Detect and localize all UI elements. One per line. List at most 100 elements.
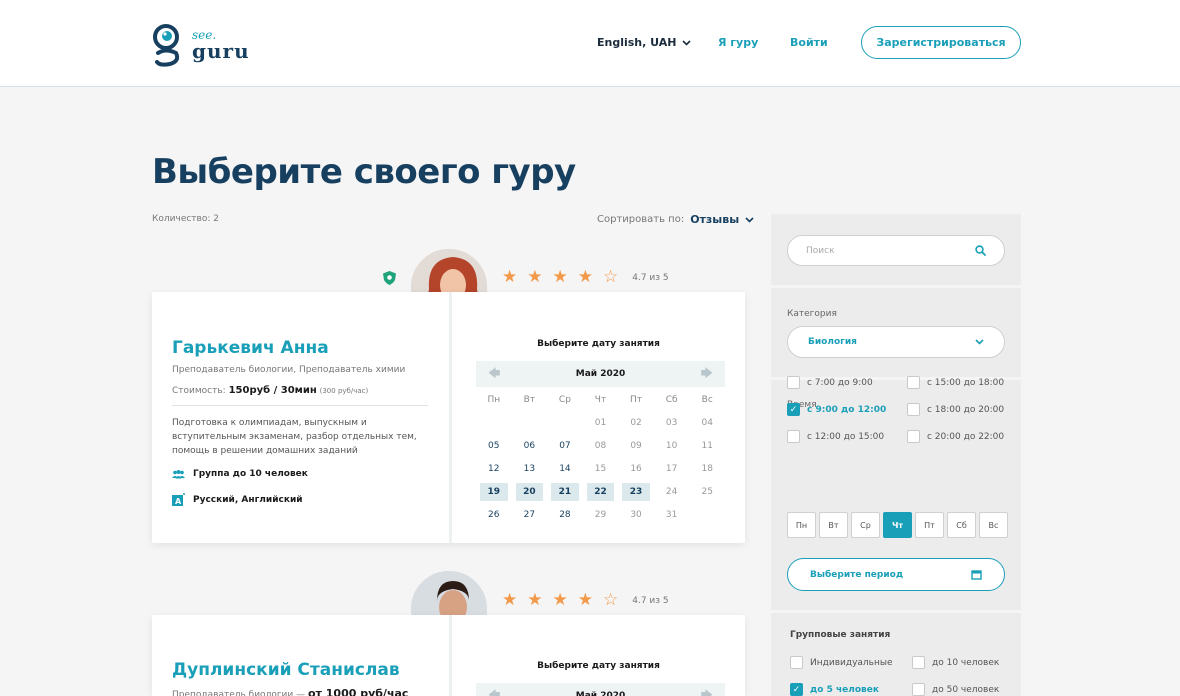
next-month-arrow-icon[interactable]: 🡆 (701, 686, 713, 696)
tutor-role-text: Преподаватель биологии — (172, 690, 306, 696)
group-option[interactable]: до 10 человек (912, 656, 999, 669)
group-option[interactable]: Индивидуальные (790, 656, 893, 669)
time-option[interactable]: с 20:00 до 22:00 (907, 430, 1004, 443)
prev-month-arrow-icon[interactable]: 🡄 (488, 686, 500, 696)
checkbox-icon[interactable] (912, 656, 925, 669)
calendar-day[interactable]: 05 (476, 437, 512, 455)
category-value: Биология (808, 337, 857, 347)
calendar-day[interactable]: 27 (512, 506, 548, 524)
checkbox-icon[interactable] (787, 376, 800, 389)
checkbox-icon[interactable] (912, 683, 925, 696)
tutor-description: Подготовка к олимпиадам, выпускным и вст… (172, 418, 417, 456)
weekday-toggle[interactable]: Сб (947, 512, 976, 538)
group-size: Группа до 10 человек (172, 469, 308, 479)
checkbox-icon[interactable] (907, 403, 920, 416)
weekday-toggle[interactable]: Вс (979, 512, 1008, 538)
calendar-day[interactable]: 21 (551, 483, 579, 501)
prev-month-arrow-icon[interactable]: 🡄 (488, 364, 500, 385)
calendar-day[interactable]: 12 (476, 460, 512, 478)
i-am-guru-link[interactable]: Я гуру (718, 36, 758, 49)
calendar-title: Выберите дату занятия (537, 339, 660, 349)
calendar-day[interactable]: 23 (622, 483, 650, 501)
language-currency-selector[interactable]: English, UAH (597, 36, 692, 49)
calendar-day[interactable]: 07 (547, 437, 583, 455)
calendar-day: 17 (665, 464, 678, 474)
calendar-day: 03 (665, 418, 678, 428)
empty-day (476, 414, 512, 432)
star-icon: ★ (552, 590, 568, 610)
logo-text-bottom: guru (192, 39, 250, 63)
calendar-day[interactable]: 28 (547, 506, 583, 524)
divider (172, 405, 428, 406)
select-period-label: Выберите период (810, 569, 904, 580)
weekday-toggle[interactable]: Чт (883, 512, 912, 538)
calendar-day[interactable]: 26 (476, 506, 512, 524)
calendar-grid: Пн Вт Ср Чт Пт Сб Вс 01 02 03 04 05 06 07 08 09 10 11 12 13… (476, 391, 725, 524)
calendar-day: 16 (630, 464, 642, 474)
calendar-day: 10 (665, 441, 678, 451)
weekday-toggle[interactable]: Пн (787, 512, 816, 538)
checkbox-checked-icon[interactable]: ✓ (787, 403, 800, 416)
time-option-label: с 15:00 до 18:00 (927, 377, 1005, 388)
time-option[interactable]: с 18:00 до 20:00 (907, 403, 1004, 416)
tutor-rating: ★ ★ ★ ★ ☆ 4.7 из 5 (502, 592, 669, 609)
calendar-header: 🡄 Май 2020 🡆 (476, 683, 725, 696)
star-icon: ★ (577, 590, 593, 610)
group-block: Групповые занятия Индивидуальные до 10 че… (771, 613, 1021, 696)
group-option-label: до 50 человек (932, 684, 1000, 695)
checkbox-icon[interactable] (787, 430, 800, 443)
tutor-rating: ★ ★ ★ ★ ☆ 4.7 из 5 (502, 269, 669, 286)
search-input[interactable]: Поиск (787, 235, 1005, 266)
weekday-toggle[interactable]: Пт (915, 512, 944, 538)
group-heading: Групповые занятия (790, 630, 891, 640)
top-header: see. guru English, UAH Я гуру Войти Заре… (0, 0, 1180, 87)
weekday-label: Вс (701, 395, 713, 405)
time-option-label: с 7:00 до 9:00 (807, 377, 873, 388)
checkbox-icon[interactable] (907, 430, 920, 443)
star-icon: ★ (577, 267, 593, 287)
calendar-day[interactable]: 20 (515, 483, 544, 501)
next-month-arrow-icon[interactable]: 🡆 (701, 364, 713, 385)
calendar-day: 04 (701, 418, 713, 428)
login-link[interactable]: Войти (790, 36, 828, 49)
weekday-toggle[interactable]: Ср (851, 512, 880, 538)
time-option[interactable]: с 7:00 до 9:00 (787, 376, 873, 389)
calendar-day[interactable]: 13 (512, 460, 548, 478)
chevron-down-icon (745, 216, 754, 223)
time-option[interactable]: с 15:00 до 18:00 (907, 376, 1004, 389)
weekday-toggle[interactable]: Вт (819, 512, 848, 538)
tutor-role: Преподаватель биологии — от 1000 руб/час (172, 687, 408, 696)
results-count: Количество: 2 (152, 214, 219, 224)
tutor-name[interactable]: Гарькевич Анна (172, 338, 329, 358)
tutor-name[interactable]: Дуплинский Станислав (172, 660, 400, 680)
price-note: (300 руб/час) (319, 387, 369, 395)
checkbox-icon[interactable] (907, 376, 920, 389)
calendar-day[interactable]: 19 (480, 483, 508, 501)
weekday-label: Чт (594, 395, 607, 405)
logo[interactable]: see. guru (152, 22, 250, 68)
calendar-title: Выберите дату занятия (537, 661, 660, 671)
group-option[interactable]: до 50 человек (912, 683, 999, 696)
calendar-day[interactable]: 22 (586, 483, 615, 501)
category-label: Категория (787, 309, 837, 319)
time-option[interactable]: ✓ с 9:00 до 12:00 (787, 403, 886, 416)
calendar-day: 29 (594, 510, 607, 520)
weekday-label: Ср (558, 395, 571, 405)
checkbox-checked-icon[interactable]: ✓ (790, 683, 803, 696)
group-option[interactable]: ✓ до 5 человек (790, 683, 879, 696)
languages: A Русский, Английский (172, 493, 303, 506)
checkbox-icon[interactable] (790, 656, 803, 669)
calendar-day[interactable]: 14 (547, 460, 583, 478)
register-button[interactable]: Зарегистрироваться (861, 26, 1021, 59)
star-outline-icon: ☆ (603, 590, 619, 610)
select-period-button[interactable]: Выберите период (787, 558, 1005, 591)
tutor-info: Гарькевич Анна Преподаватель биологии, П… (152, 292, 449, 543)
category-select[interactable]: Биология (787, 326, 1005, 358)
group-option-label: Индивидуальные (810, 657, 893, 668)
star-outline-icon: ☆ (603, 267, 619, 287)
sort-control[interactable]: Сортировать по: Отзывы (597, 213, 754, 226)
weekday-label: Пн (487, 395, 501, 405)
time-option[interactable]: с 12:00 до 15:00 (787, 430, 884, 443)
sort-label: Сортировать по: (597, 214, 685, 225)
calendar-day[interactable]: 06 (512, 437, 548, 455)
